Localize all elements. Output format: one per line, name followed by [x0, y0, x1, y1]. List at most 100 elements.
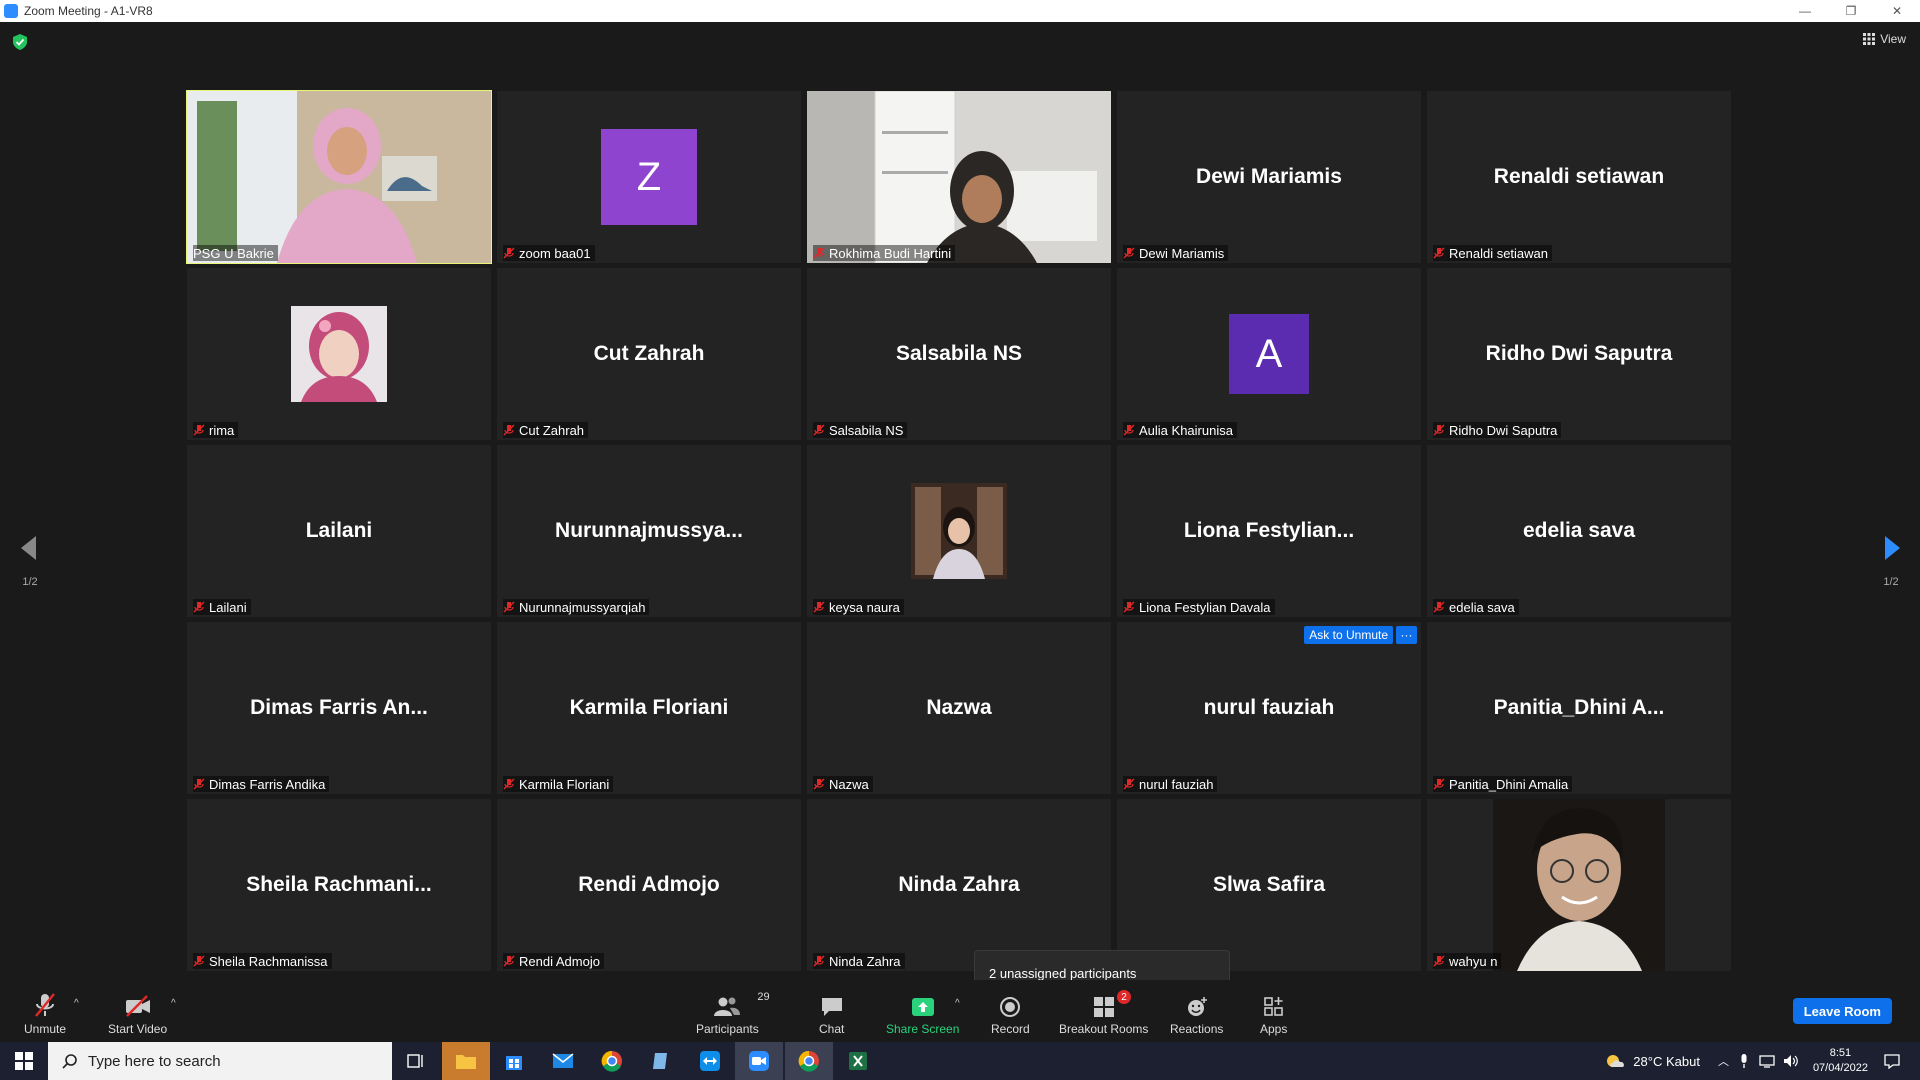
- chat-button[interactable]: Chat: [819, 992, 844, 1036]
- participant-name-label: zoom baa01: [503, 245, 595, 261]
- security-shield-icon[interactable]: [13, 34, 27, 50]
- task-view-button[interactable]: [392, 1042, 440, 1080]
- close-button[interactable]: ✕: [1874, 0, 1920, 22]
- participant-tile[interactable]: rima: [187, 268, 491, 440]
- participant-display-name: Rendi Admojo: [578, 873, 720, 896]
- participant-tile[interactable]: Cut Zahrah Cut Zahrah: [497, 268, 801, 440]
- participant-name: rima: [209, 422, 235, 438]
- page-indicator-right: 1/2: [1883, 576, 1899, 588]
- participant-tile[interactable]: PSG U Bakrie: [186, 90, 492, 264]
- unmute-button[interactable]: Unmute: [24, 992, 66, 1036]
- participant-tile[interactable]: Ninda Zahra Ninda Zahra: [807, 799, 1111, 971]
- participant-tile[interactable]: Lailani Lailani: [187, 445, 491, 617]
- participant-name-label: Ninda Zahra: [813, 953, 905, 969]
- more-options-button[interactable]: ···: [1396, 626, 1417, 644]
- breakout-rooms-badge: 2: [1117, 990, 1131, 1004]
- participant-display-name: Renaldi setiawan: [1493, 165, 1665, 188]
- record-icon: [1000, 997, 1021, 1017]
- participant-tile[interactable]: Rendi Admojo Rendi Admojo: [497, 799, 801, 971]
- teamviewer-taskbar-icon[interactable]: [686, 1042, 734, 1080]
- muted-microphone-icon: [503, 778, 515, 790]
- start-video-button[interactable]: Start Video: [108, 992, 167, 1036]
- apps-button[interactable]: Apps: [1260, 992, 1287, 1036]
- chrome-taskbar-icon[interactable]: [588, 1042, 636, 1080]
- participant-tile[interactable]: Karmila Floriani Karmila Floriani: [497, 622, 801, 794]
- participant-tile[interactable]: Sheila Rachmani... Sheila Rachmanissa: [187, 799, 491, 971]
- muted-microphone-icon: [1123, 424, 1135, 436]
- breakout-rooms-label: Breakout Rooms: [1059, 1022, 1149, 1036]
- participant-tile[interactable]: Rokhima Budi Hartini: [807, 91, 1111, 263]
- clock-time: 8:51: [1829, 1047, 1852, 1059]
- audio-options-caret-icon[interactable]: ^: [74, 998, 79, 1009]
- view-button[interactable]: View: [1863, 32, 1906, 46]
- participant-tile[interactable]: edelia sava edelia sava: [1427, 445, 1731, 617]
- ask-to-unmute-button[interactable]: Ask to Unmute: [1304, 626, 1393, 644]
- participant-tile[interactable]: Nurunnajmussya... Nurunnajmussyarqiah: [497, 445, 801, 617]
- muted-microphone-icon: [193, 955, 205, 967]
- participant-tile[interactable]: Liona Festylian... Liona Festylian Davala: [1117, 445, 1421, 617]
- muted-microphone-icon: [1433, 778, 1445, 790]
- participants-button[interactable]: 29 Participants: [696, 991, 770, 1036]
- taskbar-search-input[interactable]: Type here to search: [48, 1042, 392, 1080]
- store-icon: [506, 1056, 522, 1070]
- video-off-icon: [125, 995, 150, 1017]
- participant-tile[interactable]: A Aulia Khairunisa: [1117, 268, 1421, 440]
- participant-name: Liona Festylian Davala: [1139, 599, 1271, 615]
- zoom-taskbar-icon[interactable]: [735, 1042, 783, 1080]
- participant-name-label: Cut Zahrah: [503, 422, 589, 438]
- participant-name: Lailani: [209, 599, 247, 615]
- previous-page-button[interactable]: 1/2: [15, 533, 45, 588]
- participant-tile[interactable]: wahyu n: [1427, 799, 1731, 971]
- volume-icon[interactable]: [1783, 1054, 1799, 1068]
- mail-taskbar-icon[interactable]: [539, 1042, 587, 1080]
- weather-icon[interactable]: [1605, 1051, 1625, 1071]
- participant-video: [1427, 799, 1731, 971]
- participant-name: Rokhima Budi Hartini: [829, 245, 952, 261]
- breakout-rooms-icon: [1093, 997, 1114, 1017]
- participant-tile[interactable]: Salsabila NS Salsabila NS: [807, 268, 1111, 440]
- next-page-button[interactable]: 1/2: [1876, 533, 1906, 588]
- store-taskbar-icon[interactable]: [490, 1042, 538, 1080]
- clock-date: 07/04/2022: [1812, 1062, 1868, 1074]
- share-options-caret-icon[interactable]: ^: [955, 998, 960, 1009]
- restore-button[interactable]: ❐: [1828, 0, 1874, 22]
- participant-display-name: Nazwa: [926, 696, 992, 719]
- share-screen-button[interactable]: Share Screen: [886, 992, 959, 1036]
- participant-tile[interactable]: Panitia_Dhini A... Panitia_Dhini Amalia: [1427, 622, 1731, 794]
- excel-taskbar-icon[interactable]: [834, 1042, 882, 1080]
- participant-display-name: Panitia_Dhini A...: [1493, 696, 1665, 719]
- network-icon[interactable]: [1759, 1054, 1775, 1068]
- participant-tile[interactable]: Zzoom baa01: [497, 91, 801, 263]
- weather-text[interactable]: 28°C Kabut: [1633, 1054, 1700, 1069]
- participant-tile[interactable]: Ridho Dwi Saputra Ridho Dwi Saputra: [1427, 268, 1731, 440]
- participant-tile[interactable]: Renaldi setiawan Renaldi setiawan: [1427, 91, 1731, 263]
- participant-name: keysa naura: [829, 599, 900, 615]
- share-screen-icon: [911, 998, 934, 1016]
- windows-start-button[interactable]: [0, 1042, 48, 1080]
- breakout-rooms-button[interactable]: 2 Breakout Rooms: [1059, 990, 1149, 1036]
- task-view-icon: [407, 1054, 423, 1068]
- notes-taskbar-icon[interactable]: [637, 1042, 685, 1080]
- chrome-window-taskbar-icon[interactable]: [785, 1042, 833, 1080]
- participant-display-name: Karmila Floriani: [569, 696, 729, 719]
- participant-tile[interactable]: nurul fauziah Ask to Unmute ··· nurul fauzi…: [1117, 622, 1421, 794]
- microphone-tray-icon[interactable]: [1739, 1053, 1749, 1069]
- video-options-caret-icon[interactable]: ^: [171, 998, 176, 1009]
- notifications-icon[interactable]: [1884, 1053, 1900, 1069]
- participant-tile[interactable]: Dimas Farris An... Dimas Farris Andika: [187, 622, 491, 794]
- record-button[interactable]: Record: [991, 992, 1030, 1036]
- file-explorer-taskbar-icon[interactable]: [442, 1042, 490, 1080]
- participant-name-label: Dewi Mariamis: [1123, 245, 1229, 261]
- reactions-button[interactable]: Reactions: [1170, 992, 1223, 1036]
- minimize-button[interactable]: —: [1782, 0, 1828, 22]
- participant-tile[interactable]: Slwa Safira: [1117, 799, 1421, 971]
- leave-room-button[interactable]: Leave Room: [1792, 998, 1892, 1024]
- tray-overflow-chevron-icon[interactable]: ︿: [1718, 1053, 1729, 1069]
- participant-tile[interactable]: Dewi Mariamis Dewi Mariamis: [1117, 91, 1421, 263]
- taskbar-clock[interactable]: 8:51 07/04/2022: [1813, 1046, 1868, 1076]
- participant-name-label: Rendi Admojo: [503, 953, 604, 969]
- participant-tile[interactable]: keysa naura: [807, 445, 1111, 617]
- participant-tile[interactable]: Nazwa Nazwa: [807, 622, 1111, 794]
- participant-name: Dimas Farris Andika: [209, 776, 326, 792]
- participant-display-name: edelia sava: [1522, 519, 1636, 542]
